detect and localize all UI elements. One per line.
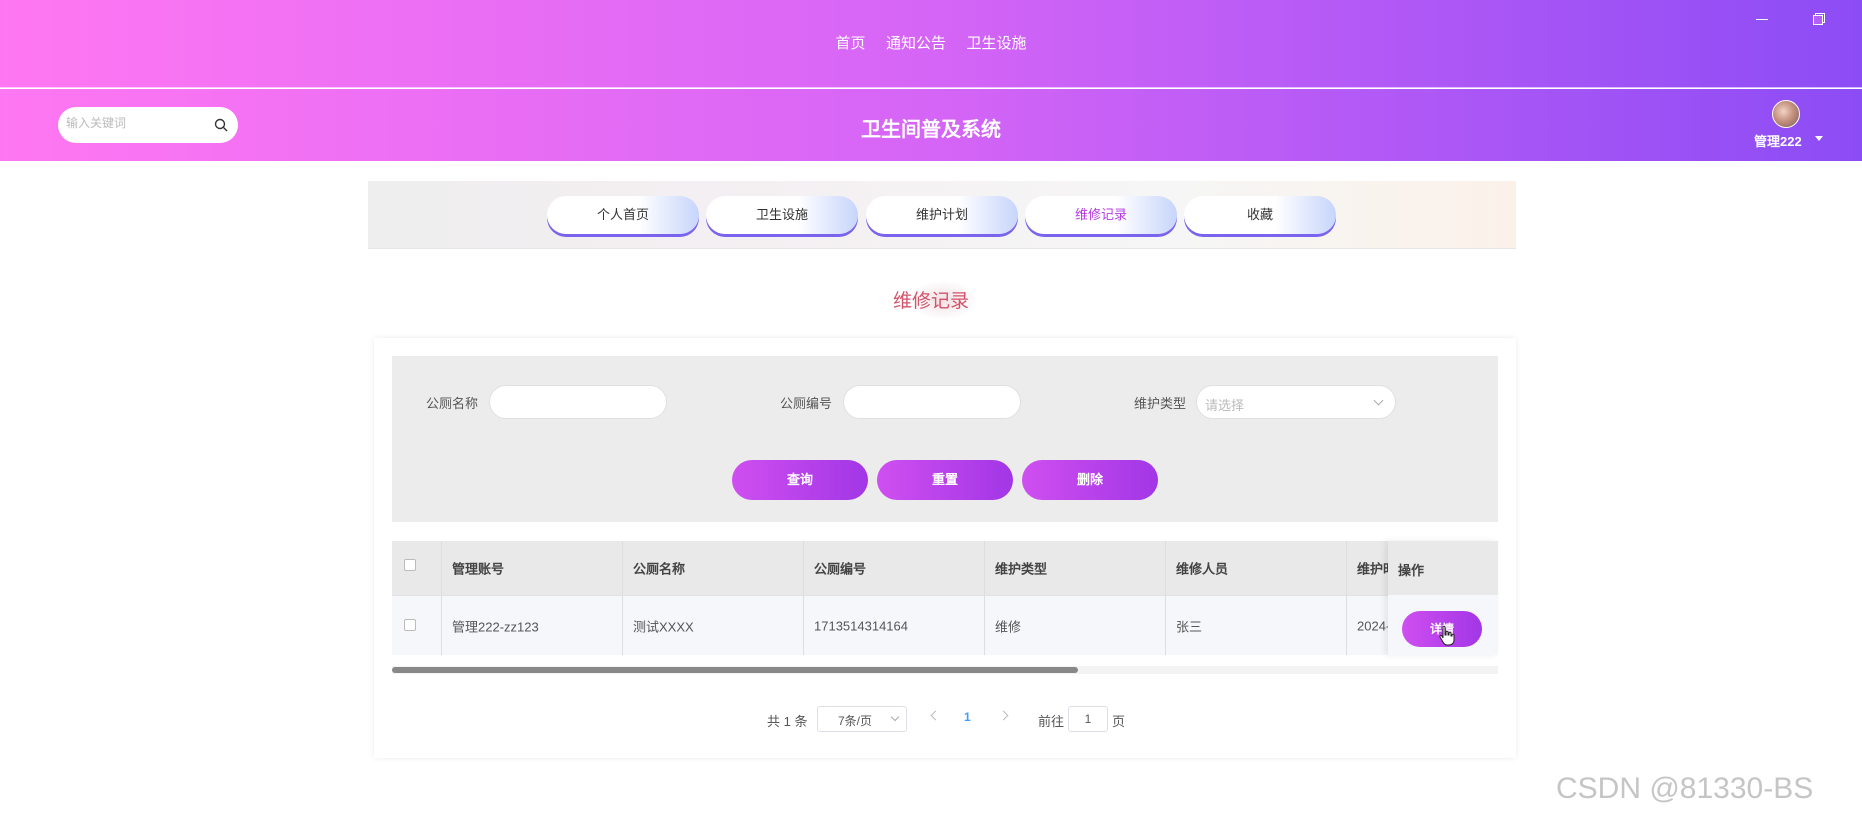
table-row: 管理222-zz123 测试XXXX 1713514314164 维修 张三 2… — [392, 595, 1498, 655]
tab-banner: 个人首页 卫生设施 维护计划 维修记录 收藏 — [368, 181, 1516, 249]
select-all-checkbox[interactable] — [404, 559, 416, 571]
scrollbar-thumb[interactable] — [392, 667, 1078, 673]
operation-column: 操作 详情 — [1388, 541, 1498, 655]
cell-toilet-code-value: 1713514314164 — [814, 618, 908, 633]
top-bar: 首页 通知公告 卫生设施 — [0, 0, 1862, 88]
chevron-down-icon — [890, 712, 900, 722]
row-checkbox[interactable] — [404, 619, 416, 631]
tab-facility[interactable]: 卫生设施 — [706, 196, 858, 234]
type-select[interactable]: 请选择 — [1196, 385, 1396, 419]
nav-notice[interactable]: 通知公告 — [886, 32, 946, 53]
nav-home[interactable]: 首页 — [836, 32, 866, 53]
table-header: 管理账号 公厕名称 公厕编号 维护类型 维修人员 维护时 — [392, 541, 1498, 595]
delete-button[interactable]: 删除 — [1022, 460, 1158, 500]
restore-icon[interactable] — [1810, 10, 1826, 26]
tab-maintenance-plan[interactable]: 维护计划 — [866, 196, 1018, 234]
hand-cursor-icon — [1439, 625, 1455, 646]
page-size-select[interactable]: 7条/页 — [817, 706, 907, 732]
goto-label: 前往 — [1038, 714, 1065, 729]
col-toilet-name: 公厕名称 — [623, 541, 804, 595]
cell-toilet-name: 测试XXXX — [623, 596, 804, 655]
code-label: 公厕编号 — [780, 396, 833, 411]
col-maint-type-label: 维护类型 — [995, 561, 1048, 577]
row-select-cell — [392, 596, 442, 655]
cell-repairer: 张三 — [1166, 596, 1347, 655]
tab-favorites[interactable]: 收藏 — [1184, 196, 1336, 234]
type-select-placeholder: 请选择 — [1205, 398, 1245, 413]
col-maint-type: 维护类型 — [985, 541, 1166, 595]
col-repairer-label: 维修人员 — [1176, 561, 1229, 577]
tab-profile[interactable]: 个人首页 — [547, 196, 699, 234]
reset-button[interactable]: 重置 — [877, 460, 1013, 500]
goto-page-box — [1068, 706, 1108, 732]
col-operation-label: 操作 — [1398, 563, 1425, 578]
query-button[interactable]: 查询 — [732, 460, 868, 500]
watermark: CSDN @81330-BS — [1556, 772, 1814, 805]
col-toilet-code-label: 公厕编号 — [814, 561, 867, 577]
tab-repair-records[interactable]: 维修记录 — [1025, 196, 1177, 234]
minimize-icon[interactable] — [1754, 10, 1770, 26]
cell-account: 管理222-zz123 — [442, 596, 623, 655]
nav-facility[interactable]: 卫生设施 — [966, 32, 1026, 53]
col-account: 管理账号 — [442, 541, 623, 595]
header: 卫生间普及系统 管理222 — [0, 89, 1862, 161]
pagination-total: 共 1 条 — [767, 714, 808, 729]
col-account-label: 管理账号 — [452, 561, 505, 577]
page-size-value: 7条/页 — [838, 714, 873, 728]
cell-maint-time-value: 2024- — [1357, 618, 1391, 633]
code-field[interactable] — [843, 385, 1021, 419]
name-field[interactable] — [489, 385, 667, 419]
cell-maint-type: 维修 — [985, 596, 1166, 655]
chevron-down-icon[interactable] — [1815, 136, 1823, 141]
col-toilet-code: 公厕编号 — [804, 541, 985, 595]
goto-suffix: 页 — [1112, 714, 1126, 729]
col-repairer: 维修人员 — [1166, 541, 1347, 595]
type-label: 维护类型 — [1134, 396, 1187, 411]
cell-maint-type-value: 维修 — [995, 619, 1022, 634]
cell-toilet-code: 1713514314164 — [804, 596, 985, 655]
chevron-down-icon — [1373, 395, 1384, 406]
header-select-cell — [392, 541, 442, 595]
avatar[interactable] — [1772, 100, 1800, 128]
cell-toilet-name-value: 测试XXXX — [633, 619, 694, 634]
cell-account-value: 管理222-zz123 — [452, 619, 539, 634]
current-page[interactable]: 1 — [964, 710, 971, 724]
horizontal-scrollbar[interactable] — [392, 666, 1498, 674]
goto-page-input[interactable] — [1069, 707, 1107, 731]
user-name[interactable]: 管理222 — [1754, 131, 1802, 150]
top-nav: 首页 通知公告 卫生设施 — [0, 32, 1862, 53]
site-title: 卫生间普及系统 — [861, 119, 1001, 141]
cell-repairer-value: 张三 — [1176, 619, 1203, 634]
col-toilet-name-label: 公厕名称 — [633, 561, 686, 577]
page-title: 维修记录 — [892, 291, 969, 312]
col-operation: 操作 — [1388, 541, 1498, 595]
name-label: 公厕名称 — [426, 396, 479, 411]
